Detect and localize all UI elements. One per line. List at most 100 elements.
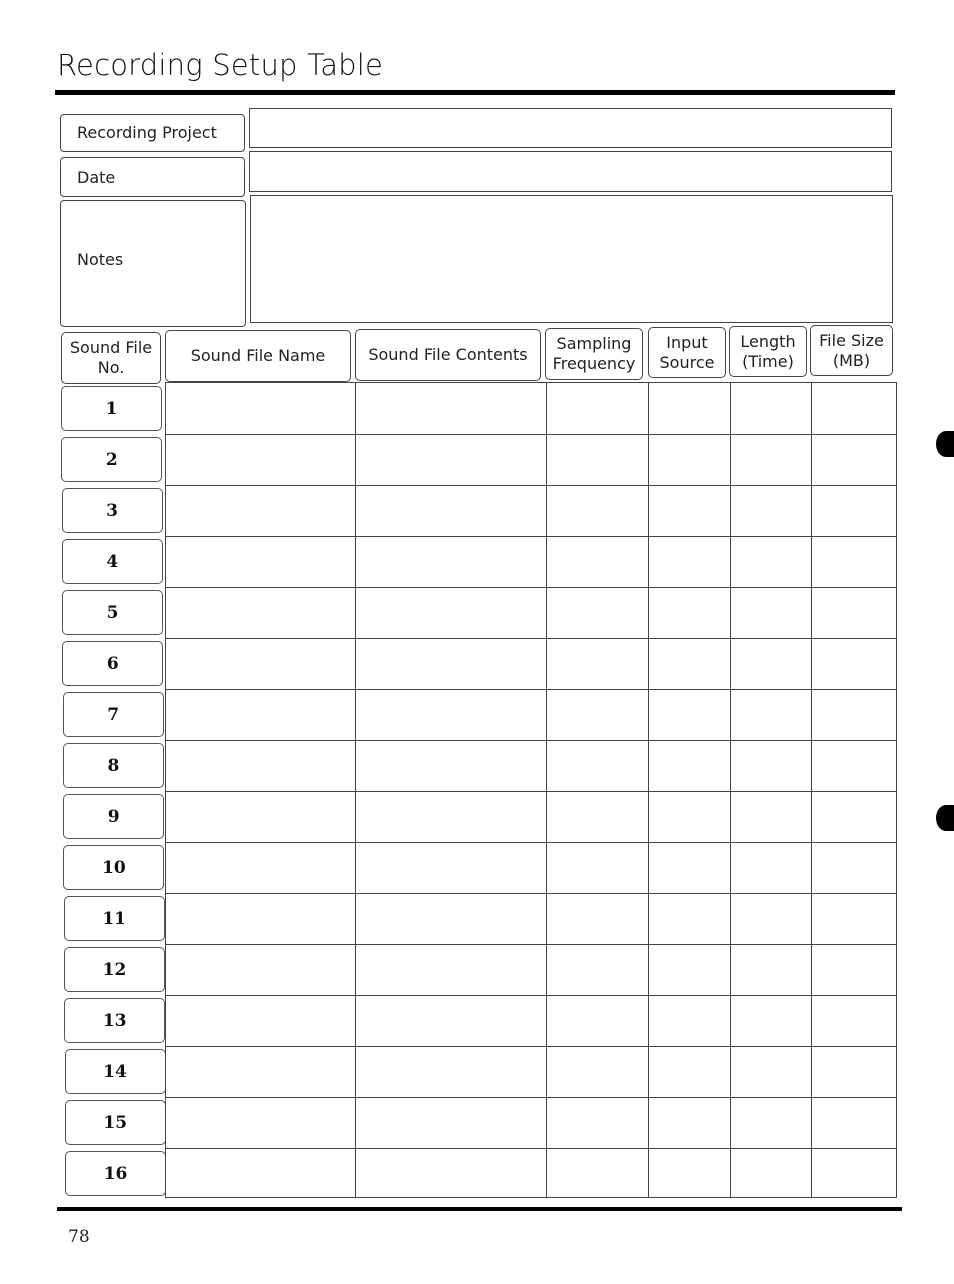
table-cell-length[interactable] <box>730 995 811 1046</box>
table-cell-file-size[interactable] <box>811 791 898 842</box>
table-cell-length[interactable] <box>730 638 811 689</box>
table-cell-sampling-frequency[interactable] <box>546 995 648 1046</box>
table-cell-file-size[interactable] <box>811 689 898 740</box>
table-cell-length[interactable] <box>730 1046 811 1097</box>
table-cell-name[interactable] <box>166 740 355 791</box>
table-cell-contents[interactable] <box>355 1046 546 1097</box>
table-cell-sampling-frequency[interactable] <box>546 689 648 740</box>
table-cell-input-source[interactable] <box>648 689 730 740</box>
table-cell-file-size[interactable] <box>811 842 898 893</box>
table-cell-length[interactable] <box>730 689 811 740</box>
table-cell-name[interactable] <box>166 638 355 689</box>
table-cell-length[interactable] <box>730 1148 811 1199</box>
table-cell-name[interactable] <box>166 893 355 944</box>
table-cell-length[interactable] <box>730 842 811 893</box>
table-cell-contents[interactable] <box>355 638 546 689</box>
table-cell-contents[interactable] <box>355 995 546 1046</box>
table-cell-file-size[interactable] <box>811 740 898 791</box>
table-cell-name[interactable] <box>166 1097 355 1148</box>
table-cell-contents[interactable] <box>355 944 546 995</box>
table-cell-name[interactable] <box>166 842 355 893</box>
table-cell-sampling-frequency[interactable] <box>546 740 648 791</box>
table-cell-input-source[interactable] <box>648 638 730 689</box>
table-cell-file-size[interactable] <box>811 434 898 485</box>
date-field[interactable] <box>249 151 892 192</box>
table-cell-length[interactable] <box>730 536 811 587</box>
table-cell-sampling-frequency[interactable] <box>546 383 648 434</box>
table-cell-contents[interactable] <box>355 383 546 434</box>
table-cell-name[interactable] <box>166 383 355 434</box>
table-cell-file-size[interactable] <box>811 536 898 587</box>
table-cell-length[interactable] <box>730 485 811 536</box>
table-cell-file-size[interactable] <box>811 1097 898 1148</box>
table-cell-contents[interactable] <box>355 893 546 944</box>
table-cell-name[interactable] <box>166 689 355 740</box>
table-cell-contents[interactable] <box>355 689 546 740</box>
table-cell-contents[interactable] <box>355 1097 546 1148</box>
table-cell-length[interactable] <box>730 893 811 944</box>
table-cell-length[interactable] <box>730 740 811 791</box>
table-cell-name[interactable] <box>166 944 355 995</box>
table-cell-length[interactable] <box>730 944 811 995</box>
table-cell-input-source[interactable] <box>648 1046 730 1097</box>
table-cell-name[interactable] <box>166 536 355 587</box>
table-cell-sampling-frequency[interactable] <box>546 791 648 842</box>
table-cell-contents[interactable] <box>355 842 546 893</box>
table-cell-file-size[interactable] <box>811 995 898 1046</box>
table-cell-sampling-frequency[interactable] <box>546 638 648 689</box>
table-cell-input-source[interactable] <box>648 995 730 1046</box>
table-cell-name[interactable] <box>166 485 355 536</box>
table-cell-sampling-frequency[interactable] <box>546 587 648 638</box>
table-cell-file-size[interactable] <box>811 1046 898 1097</box>
table-cell-contents[interactable] <box>355 536 546 587</box>
table-cell-name[interactable] <box>166 1148 355 1199</box>
table-cell-contents[interactable] <box>355 791 546 842</box>
table-cell-contents[interactable] <box>355 587 546 638</box>
table-cell-input-source[interactable] <box>648 1148 730 1199</box>
recording-project-field[interactable] <box>249 108 892 148</box>
table-cell-input-source[interactable] <box>648 893 730 944</box>
table-cell-name[interactable] <box>166 587 355 638</box>
table-cell-sampling-frequency[interactable] <box>546 893 648 944</box>
table-cell-length[interactable] <box>730 434 811 485</box>
table-cell-sampling-frequency[interactable] <box>546 536 648 587</box>
header-line1: File Size <box>819 330 884 350</box>
table-cell-contents[interactable] <box>355 434 546 485</box>
table-cell-name[interactable] <box>166 1046 355 1097</box>
table-cell-input-source[interactable] <box>648 740 730 791</box>
notes-field[interactable] <box>250 195 893 323</box>
table-cell-file-size[interactable] <box>811 1148 898 1199</box>
table-cell-file-size[interactable] <box>811 485 898 536</box>
table-cell-length[interactable] <box>730 791 811 842</box>
table-cell-file-size[interactable] <box>811 944 898 995</box>
table-cell-input-source[interactable] <box>648 434 730 485</box>
table-cell-length[interactable] <box>730 587 811 638</box>
table-cell-input-source[interactable] <box>648 485 730 536</box>
table-cell-sampling-frequency[interactable] <box>546 1148 648 1199</box>
table-cell-contents[interactable] <box>355 1148 546 1199</box>
table-cell-sampling-frequency[interactable] <box>546 842 648 893</box>
table-cell-file-size[interactable] <box>811 587 898 638</box>
table-cell-sampling-frequency[interactable] <box>546 1097 648 1148</box>
table-cell-sampling-frequency[interactable] <box>546 1046 648 1097</box>
table-cell-contents[interactable] <box>355 740 546 791</box>
table-cell-input-source[interactable] <box>648 1097 730 1148</box>
table-cell-sampling-frequency[interactable] <box>546 944 648 995</box>
table-cell-sampling-frequency[interactable] <box>546 434 648 485</box>
table-cell-input-source[interactable] <box>648 383 730 434</box>
table-cell-input-source[interactable] <box>648 842 730 893</box>
table-cell-length[interactable] <box>730 383 811 434</box>
table-cell-name[interactable] <box>166 434 355 485</box>
table-cell-name[interactable] <box>166 995 355 1046</box>
table-cell-name[interactable] <box>166 791 355 842</box>
table-cell-contents[interactable] <box>355 485 546 536</box>
table-cell-input-source[interactable] <box>648 791 730 842</box>
table-cell-file-size[interactable] <box>811 893 898 944</box>
table-cell-length[interactable] <box>730 1097 811 1148</box>
table-cell-input-source[interactable] <box>648 587 730 638</box>
table-cell-input-source[interactable] <box>648 536 730 587</box>
table-cell-file-size[interactable] <box>811 383 898 434</box>
table-cell-input-source[interactable] <box>648 944 730 995</box>
table-cell-file-size[interactable] <box>811 638 898 689</box>
table-cell-sampling-frequency[interactable] <box>546 485 648 536</box>
